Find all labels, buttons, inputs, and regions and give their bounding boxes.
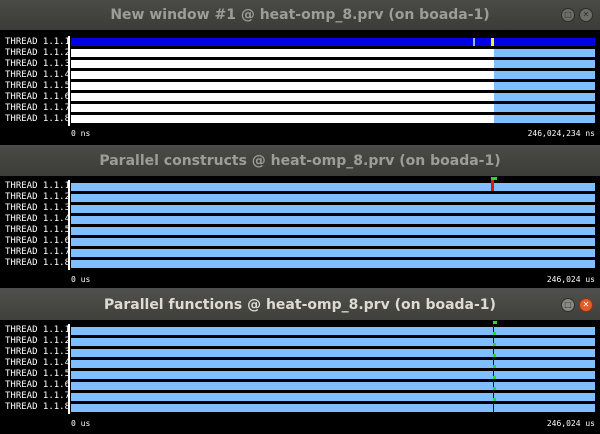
thread-timeline-row[interactable] <box>71 38 595 46</box>
thread-timeline-row[interactable] <box>71 49 595 57</box>
thread-timeline-row[interactable] <box>71 404 595 412</box>
thread-label: THREAD 1.1.3 <box>5 59 71 69</box>
event-flag <box>493 376 496 379</box>
thread-timeline-row[interactable] <box>71 260 595 268</box>
thread-label: THREAD 1.1.6 <box>5 92 71 102</box>
thread-label: THREAD 1.1.7 <box>5 247 71 257</box>
thread-timeline-row[interactable] <box>71 327 595 335</box>
parallel-state <box>494 115 595 123</box>
thread-label: THREAD 1.1.2 <box>5 48 71 58</box>
window-title: Parallel constructs @ heat-omp_8.prv (on… <box>99 153 501 169</box>
thread-timeline-row[interactable] <box>71 104 595 112</box>
event-flag <box>493 321 497 324</box>
thread-timeline-row[interactable] <box>71 93 595 101</box>
thread-timeline-row[interactable] <box>71 60 595 68</box>
thread-timeline-row[interactable] <box>71 227 595 235</box>
thread-timeline-row[interactable] <box>71 249 595 257</box>
window-title: Parallel functions @ heat-omp_8.prv (on … <box>104 297 496 313</box>
thread-label: THREAD 1.1.4 <box>5 70 71 80</box>
parallel-state <box>494 104 595 112</box>
thread-label: THREAD 1.1.7 <box>5 391 71 401</box>
event-flag <box>493 343 496 346</box>
maximize-icon[interactable]: □ <box>561 298 575 312</box>
thread-label: THREAD 1.1.1 <box>5 37 71 47</box>
event-flag <box>493 332 496 335</box>
thread-label: THREAD 1.1.4 <box>5 358 71 368</box>
axis-end-label: 246,024 us <box>546 275 595 284</box>
thread-label: THREAD 1.1.3 <box>5 347 71 357</box>
thread-label: THREAD 1.1.8 <box>5 258 71 268</box>
thread-timeline-row[interactable] <box>71 349 595 357</box>
thread-timeline-row[interactable] <box>71 238 595 246</box>
thread-label: THREAD 1.1.8 <box>5 114 71 124</box>
idle-state <box>71 93 494 101</box>
thread-label: THREAD 1.1.5 <box>5 225 71 235</box>
axis-end-label: 246,024,234 ns <box>527 129 595 138</box>
axis-start-label: 0 us <box>71 275 91 284</box>
parallel-state <box>494 49 595 57</box>
thread-timeline-row[interactable] <box>71 71 595 79</box>
thread-label: THREAD 1.1.8 <box>5 402 71 412</box>
idle-state <box>71 104 494 112</box>
event-mark <box>491 38 494 46</box>
idle-state <box>71 82 494 90</box>
thread-label: THREAD 1.1.5 <box>5 369 71 379</box>
thread-timeline-row[interactable] <box>71 194 595 202</box>
parallel-state <box>494 60 595 68</box>
thread-timeline-row[interactable] <box>71 82 595 90</box>
thread-label: THREAD 1.1.2 <box>5 336 71 346</box>
thread-timeline-row[interactable] <box>71 115 595 123</box>
event-flag <box>493 354 496 357</box>
thread-timeline-row[interactable] <box>71 371 595 379</box>
thread-label: THREAD 1.1.2 <box>5 192 71 202</box>
parallel-state <box>494 71 595 79</box>
thread-timeline-row[interactable] <box>71 216 595 224</box>
event-flag <box>493 387 496 390</box>
close-icon[interactable]: ✕ <box>579 298 593 312</box>
axis-start-label: 0 ns <box>71 129 91 138</box>
thread-label: THREAD 1.1.1 <box>5 181 71 191</box>
idle-state <box>71 60 494 68</box>
thread-label: THREAD 1.1.5 <box>5 81 71 91</box>
thread-label: THREAD 1.1.3 <box>5 203 71 213</box>
thread-label: THREAD 1.1.7 <box>5 103 71 113</box>
close-icon[interactable]: ✕ <box>579 8 593 22</box>
parallel-state <box>494 93 595 101</box>
window-title: New window #1 @ heat-omp_8.prv (on boada… <box>110 7 490 23</box>
axis-end-label: 246,024 us <box>546 419 595 428</box>
event-flag <box>493 365 496 368</box>
running-state <box>71 38 595 46</box>
window-title-bar[interactable]: Parallel functions @ heat-omp_8.prv (on … <box>0 290 600 320</box>
parallel-state <box>494 82 595 90</box>
axis-start-label: 0 us <box>71 419 91 428</box>
window-parallel-functions[interactable]: Parallel functions @ heat-omp_8.prv (on … <box>0 290 600 434</box>
thread-label: THREAD 1.1.1 <box>5 325 71 335</box>
window-title-bar[interactable]: Parallel constructs @ heat-omp_8.prv (on… <box>0 146 600 176</box>
window-new-window-1[interactable]: New window #1 @ heat-omp_8.prv (on boada… <box>0 0 600 145</box>
idle-state <box>71 49 494 57</box>
event-mark <box>473 38 475 46</box>
thread-timeline-row[interactable] <box>71 360 595 368</box>
thread-timeline-row[interactable] <box>71 393 595 401</box>
thread-timeline-row[interactable] <box>71 382 595 390</box>
idle-state <box>71 71 494 79</box>
event-flag <box>493 398 496 401</box>
thread-label: THREAD 1.1.6 <box>5 380 71 390</box>
thread-timeline-row[interactable] <box>71 177 595 191</box>
thread-timeline-row[interactable] <box>71 205 595 213</box>
maximize-icon[interactable]: □ <box>561 8 575 22</box>
window-title-bar[interactable]: New window #1 @ heat-omp_8.prv (on boada… <box>0 0 600 30</box>
thread-label: THREAD 1.1.6 <box>5 236 71 246</box>
thread-timeline-row[interactable] <box>71 338 595 346</box>
thread-label: THREAD 1.1.4 <box>5 214 71 224</box>
idle-state <box>71 115 494 123</box>
event-mark <box>491 180 494 191</box>
window-parallel-constructs[interactable]: Parallel constructs @ heat-omp_8.prv (on… <box>0 146 600 288</box>
